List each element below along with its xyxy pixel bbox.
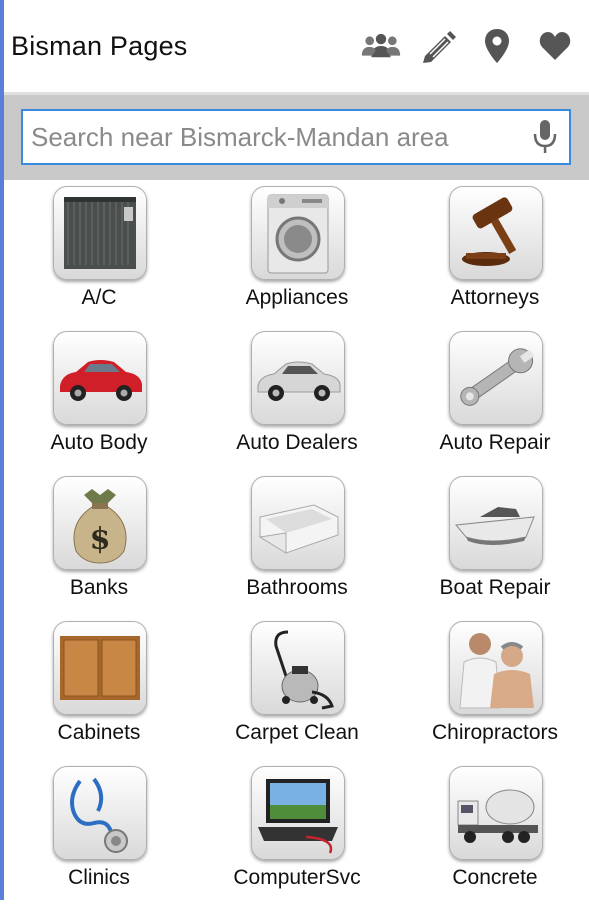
- category-label: Appliances: [245, 286, 349, 309]
- header-actions: [361, 26, 575, 66]
- wrench-icon: [449, 331, 543, 425]
- category-label: Boat Repair: [439, 576, 551, 599]
- category-tile-banks[interactable]: $ Banks: [4, 470, 194, 615]
- laptop-icon: [251, 766, 345, 860]
- category-label: Auto Body: [50, 431, 148, 454]
- category-tile-concrete[interactable]: Concrete: [400, 760, 589, 905]
- category-tile-clinics[interactable]: Clinics: [4, 760, 194, 905]
- category-tile-computersvc[interactable]: ComputerSvc: [202, 760, 392, 905]
- category-tile-bathrooms[interactable]: Bathrooms: [202, 470, 392, 615]
- boat-icon: [449, 476, 543, 570]
- category-tile-auto-repair[interactable]: Auto Repair: [400, 325, 589, 470]
- svg-text:$: $: [90, 522, 111, 557]
- cement-truck-icon: [449, 766, 543, 860]
- category-label: Bathrooms: [246, 576, 348, 599]
- category-tile-ac[interactable]: A/C: [4, 180, 194, 325]
- category-tile-appliances[interactable]: Appliances: [202, 180, 392, 325]
- location-pin-icon[interactable]: [477, 26, 517, 66]
- category-label: Auto Dealers: [236, 431, 358, 454]
- heart-icon[interactable]: [535, 26, 575, 66]
- silver-car-icon: [251, 331, 345, 425]
- air-conditioner-icon: [53, 186, 147, 280]
- app-title: Bisman Pages: [11, 30, 188, 61]
- red-car-icon: [53, 331, 147, 425]
- category-tile-auto-body[interactable]: Auto Body: [4, 325, 194, 470]
- bathtub-icon: [251, 476, 345, 570]
- cabinet-icon: [53, 621, 147, 715]
- category-label: Chiropractors: [431, 721, 559, 744]
- microphone-icon[interactable]: [521, 111, 569, 163]
- category-label: Clinics: [68, 866, 130, 889]
- search-bar-area: [4, 92, 589, 180]
- category-label: ComputerSvc: [233, 866, 361, 889]
- stethoscope-icon: [53, 766, 147, 860]
- category-tile-attorneys[interactable]: Attorneys: [400, 180, 589, 325]
- category-grid: A/C Appliances Attorneys Auto Body Auto …: [4, 180, 589, 900]
- category-label: Carpet Clean: [235, 721, 359, 744]
- money-bag-icon: $: [53, 476, 147, 570]
- category-tile-boat-repair[interactable]: Boat Repair: [400, 470, 589, 615]
- search-box: [21, 109, 571, 165]
- category-label: Attorneys: [450, 286, 540, 309]
- category-tile-carpet-clean[interactable]: Carpet Clean: [202, 615, 392, 760]
- vacuum-icon: [251, 621, 345, 715]
- gavel-icon: [449, 186, 543, 280]
- category-label: Banks: [69, 576, 129, 599]
- category-tile-auto-dealers[interactable]: Auto Dealers: [202, 325, 392, 470]
- category-label: Cabinets: [57, 721, 141, 744]
- category-label: A/C: [81, 286, 117, 309]
- people-icon[interactable]: [361, 26, 401, 66]
- washing-machine-icon: [251, 186, 345, 280]
- category-label: Concrete: [452, 866, 538, 889]
- category-label: Auto Repair: [439, 431, 551, 454]
- chiropractor-icon: [449, 621, 543, 715]
- search-input[interactable]: [23, 110, 521, 164]
- category-tile-cabinets[interactable]: Cabinets: [4, 615, 194, 760]
- category-tile-chiropractors[interactable]: Chiropractors: [400, 615, 589, 760]
- app-header: Bisman Pages: [4, 0, 589, 92]
- pencil-icon[interactable]: [419, 26, 459, 66]
